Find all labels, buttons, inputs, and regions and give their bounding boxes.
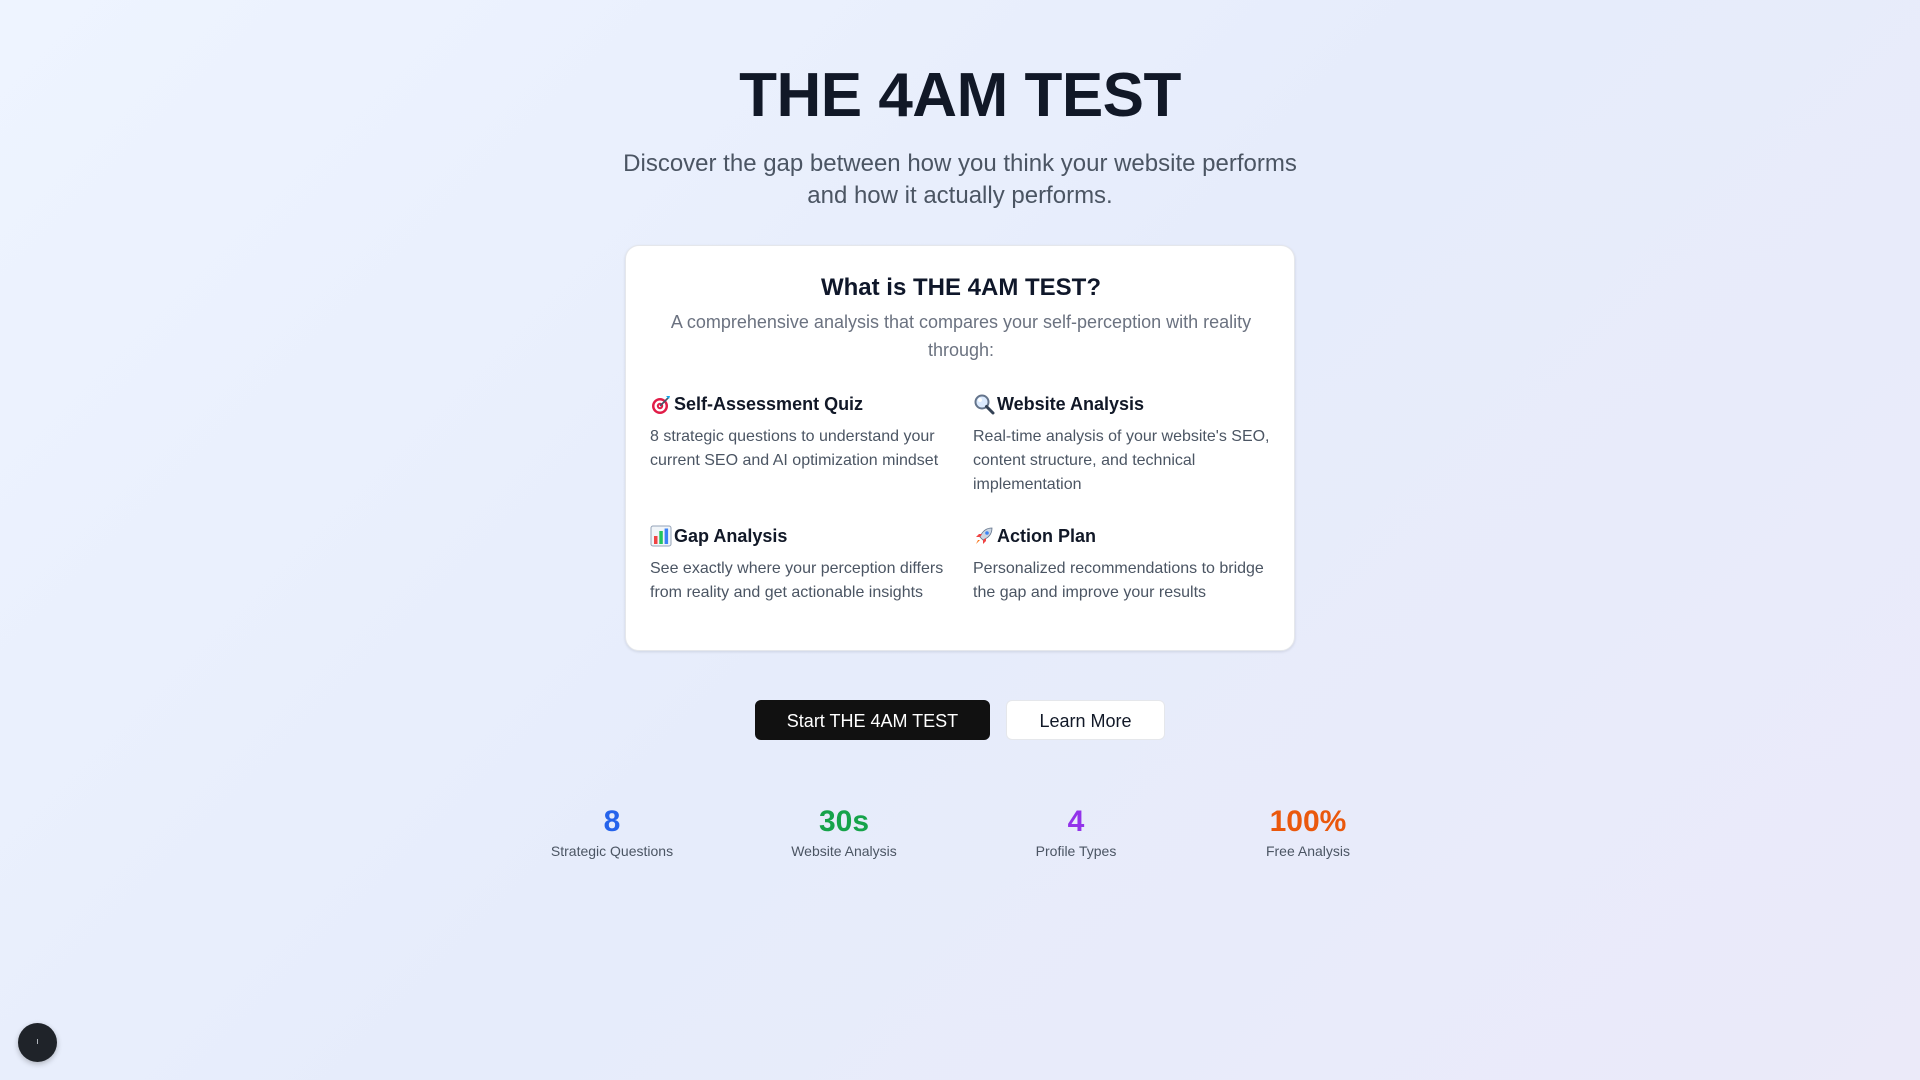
magnifier-icon bbox=[973, 393, 995, 415]
page-subtitle: Discover the gap between how you think y… bbox=[623, 150, 1297, 209]
stat-value: 4 bbox=[1067, 805, 1085, 838]
start-test-button[interactable]: Start THE 4AM TEST bbox=[755, 700, 990, 740]
stat-label: Free Analysis bbox=[1265, 843, 1351, 859]
feature-title: Self-Assessment Quiz bbox=[674, 394, 864, 414]
stat-label: Profile Types bbox=[1035, 843, 1117, 859]
feature-action-plan: Action Plan Personalized recommendations… bbox=[973, 523, 1273, 605]
feature-title: Website Analysis bbox=[997, 394, 1145, 414]
feature-title: Gap Analysis bbox=[674, 526, 788, 546]
feature-text: Personalized recommendations to bridge t… bbox=[973, 560, 1264, 601]
stat-label: Strategic Questions bbox=[550, 843, 674, 859]
stat-website-analysis: 30s Website Analysis bbox=[734, 800, 954, 861]
feature-title: Action Plan bbox=[997, 526, 1097, 546]
stat-profile-types: 4 Profile Types bbox=[966, 800, 1186, 861]
page-title: THE 4AM TEST bbox=[739, 61, 1181, 130]
feature-text: 8 strategic questions to understand your… bbox=[650, 428, 939, 469]
feature-website-analysis: Website Analysis Real-time analysis of y… bbox=[973, 391, 1273, 497]
stat-strategic-questions: 8 Strategic Questions bbox=[502, 800, 722, 861]
info-card: What is THE 4AM TEST? A comprehensive an… bbox=[625, 245, 1295, 651]
stat-label: Website Analysis bbox=[791, 843, 897, 859]
feature-text: See exactly where your perception differ… bbox=[650, 560, 944, 601]
bar-chart-icon bbox=[650, 525, 672, 547]
target-icon bbox=[650, 393, 672, 415]
stat-value: 30s bbox=[818, 805, 870, 838]
feature-text: Real-time analysis of your website's SEO… bbox=[973, 428, 1270, 493]
card-title: What is THE 4AM TEST? bbox=[820, 274, 1101, 301]
stat-value: 8 bbox=[603, 805, 621, 838]
learn-more-button[interactable]: Learn More bbox=[1006, 700, 1165, 740]
card-description: A comprehensive analysis that compares y… bbox=[670, 312, 1252, 360]
feature-gap-analysis: Gap Analysis See exactly where your perc… bbox=[650, 523, 950, 605]
rocket-icon bbox=[973, 525, 995, 547]
info-fab-button[interactable]: ı bbox=[18, 1023, 57, 1062]
feature-self-assessment: Self-Assessment Quiz 8 strategic questio… bbox=[650, 391, 950, 473]
stat-value: 100% bbox=[1269, 805, 1347, 838]
stat-free-analysis: 100% Free Analysis bbox=[1198, 800, 1418, 861]
info-icon: ı bbox=[36, 1037, 39, 1047]
